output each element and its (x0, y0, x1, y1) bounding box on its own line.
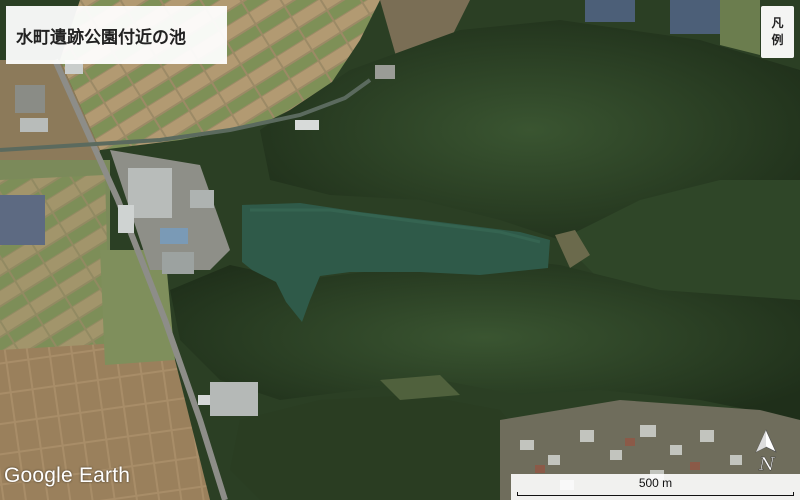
google-earth-logo: Google Earth (4, 464, 131, 487)
satellite-map[interactable]: 水町遺跡公園付近の池 凡 例 Google Earth N 500 m (0, 0, 800, 500)
map-title: 水町遺跡公園付近の池 (6, 6, 227, 64)
north-arrow-icon: N (755, 429, 777, 474)
legend-label-line1: 凡 (771, 16, 784, 30)
north-letter: N (758, 454, 776, 474)
scale-label: 500 m (638, 476, 673, 490)
legend-label-line2: 例 (771, 33, 784, 47)
legend-button[interactable]: 凡 例 (761, 6, 794, 58)
satellite-imagery (0, 0, 800, 500)
scale-bar: 500 m (511, 474, 800, 500)
scale-line (517, 492, 794, 496)
